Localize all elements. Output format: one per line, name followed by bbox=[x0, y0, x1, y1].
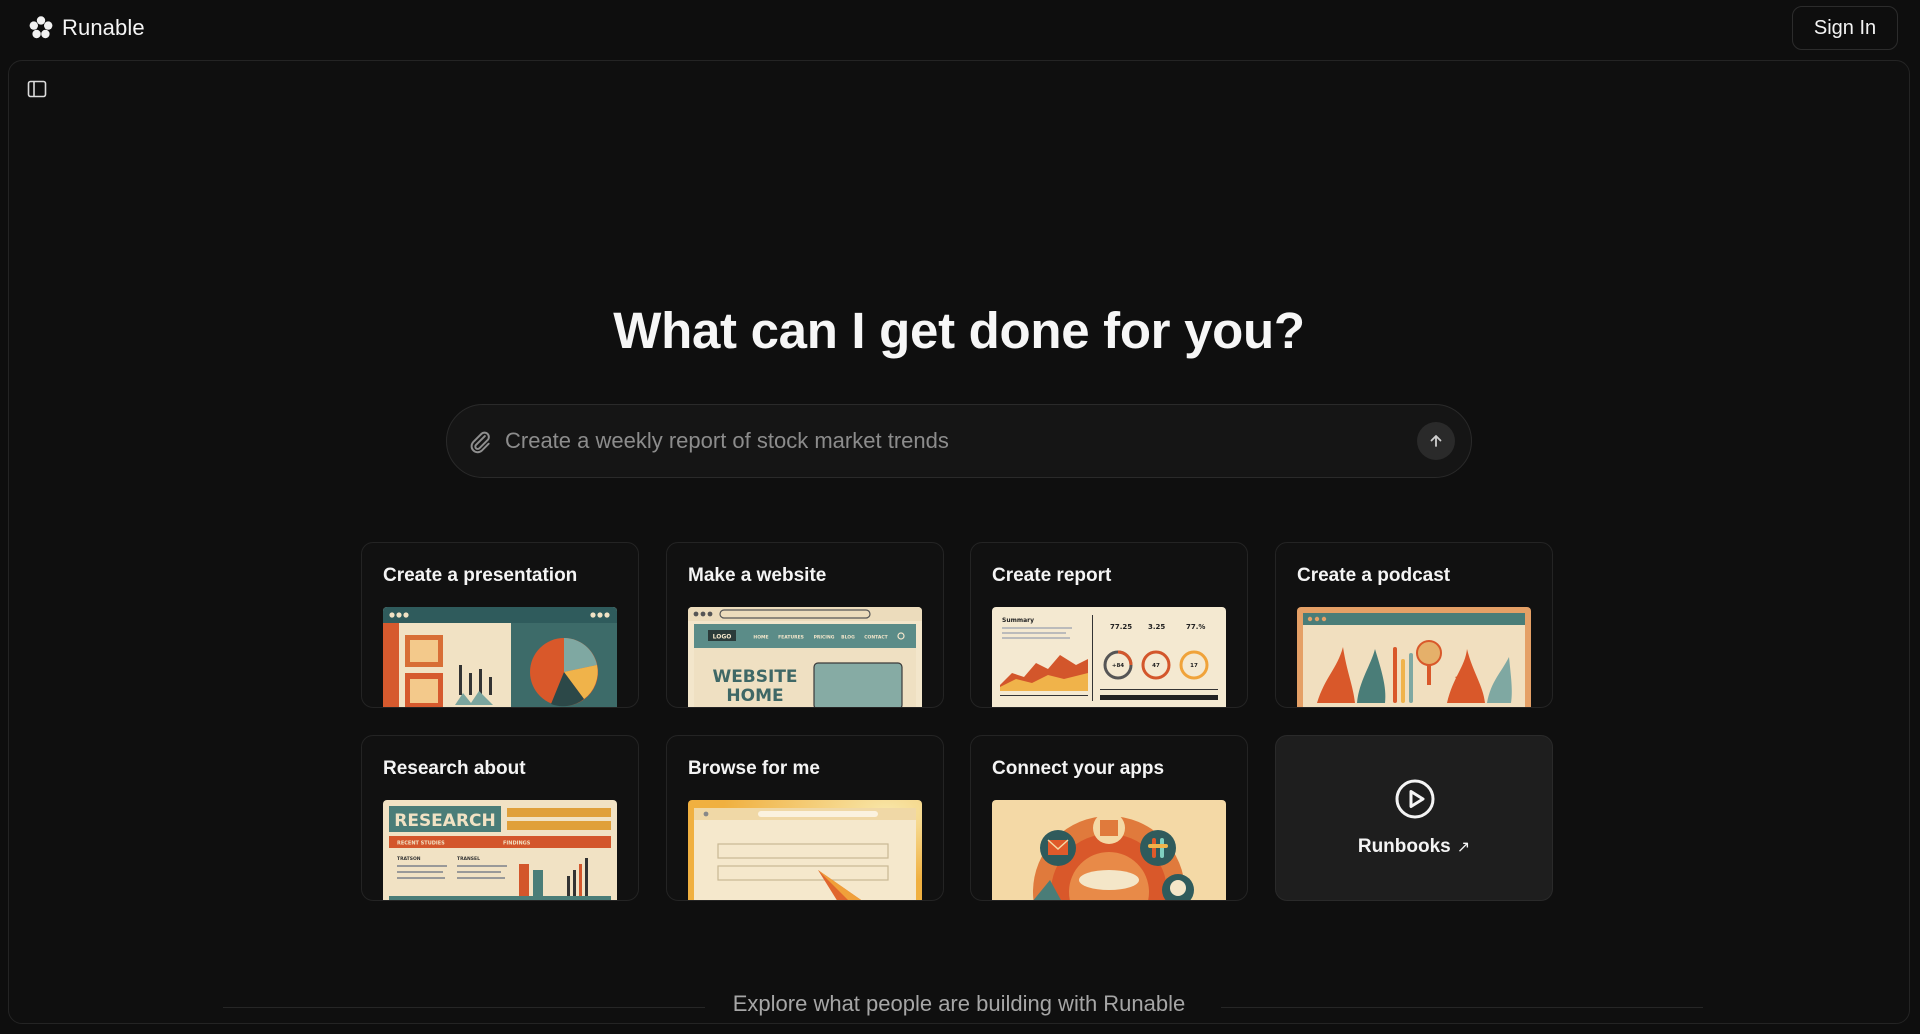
runbooks-card[interactable]: Runbooks ↗ bbox=[1275, 735, 1553, 901]
svg-text:+84: +84 bbox=[1112, 663, 1124, 669]
card-title: Browse for me bbox=[688, 758, 820, 779]
podcast-illustration bbox=[1297, 607, 1531, 707]
divider-right bbox=[1221, 1007, 1703, 1008]
sidebar-toggle-button[interactable] bbox=[25, 77, 49, 101]
main-panel: What can I get done for you? Create a pr… bbox=[8, 60, 1910, 1024]
research-illustration: RESEARCH RECENT STUDIES FINDINGS TRATSON… bbox=[383, 800, 617, 900]
svg-text:FINDINGS: FINDINGS bbox=[503, 841, 531, 847]
svg-text:3.25: 3.25 bbox=[1148, 623, 1165, 631]
card-title: Make a website bbox=[688, 565, 827, 586]
card-title: Create a podcast bbox=[1297, 565, 1451, 586]
website-illustration: LOGO HOME FEATURES PRICING BLOG CONTACT … bbox=[688, 607, 922, 707]
svg-text:BLOG: BLOG bbox=[841, 635, 855, 641]
card-research-about[interactable]: Research about RESEARCH RECENT STUDIES F… bbox=[361, 735, 639, 901]
runable-logo-icon bbox=[29, 16, 53, 39]
suggestion-cards: Create a presentation Make a website LOG… bbox=[361, 542, 1561, 902]
svg-text:HOME: HOME bbox=[753, 635, 768, 641]
card-create-presentation[interactable]: Create a presentation bbox=[361, 542, 639, 708]
svg-text:PRICING: PRICING bbox=[814, 635, 835, 641]
explore-section: Explore what people are building with Ru… bbox=[9, 991, 1909, 1021]
svg-text:RECENT STUDIES: RECENT STUDIES bbox=[397, 841, 445, 847]
svg-text:77.25: 77.25 bbox=[1110, 623, 1132, 631]
svg-text:FEATURES: FEATURES bbox=[778, 635, 804, 641]
presentation-illustration bbox=[383, 607, 617, 707]
apps-illustration bbox=[992, 800, 1226, 900]
card-title: Connect your apps bbox=[992, 758, 1165, 779]
svg-text:RESEARCH: RESEARCH bbox=[394, 811, 496, 831]
svg-text:TRATSON: TRATSON bbox=[397, 856, 421, 862]
svg-text:77.%: 77.% bbox=[1186, 623, 1205, 631]
paperclip-icon[interactable] bbox=[467, 429, 493, 455]
play-circle-icon bbox=[1395, 779, 1435, 819]
card-title: Research about bbox=[383, 758, 526, 779]
thumb-hero-line2: HOME bbox=[726, 686, 783, 706]
top-bar: Runable Sign In bbox=[0, 0, 1920, 58]
svg-text:TRANSEL: TRANSEL bbox=[457, 856, 480, 862]
arrow-up-icon bbox=[1430, 435, 1442, 447]
runbooks-label: Runbooks ↗ bbox=[1276, 836, 1552, 858]
card-browse-for-me[interactable]: Browse for me bbox=[666, 735, 944, 901]
page-headline: What can I get done for you? bbox=[613, 302, 1305, 359]
svg-text:Summary: Summary bbox=[1002, 617, 1034, 624]
sidebar-toggle-icon bbox=[27, 80, 47, 98]
report-illustration: Summary 77.25 3.25 77.% +84 47 17 bbox=[992, 607, 1226, 707]
svg-text:47: 47 bbox=[1152, 663, 1160, 669]
thumb-hero-line1: WEBSITE bbox=[712, 667, 797, 687]
card-create-podcast[interactable]: Create a podcast bbox=[1275, 542, 1553, 708]
brand[interactable]: Runable bbox=[28, 14, 145, 42]
svg-text:CONTACT: CONTACT bbox=[864, 635, 888, 641]
explore-heading: Explore what people are building with Ru… bbox=[732, 991, 1186, 1016]
card-title: Create a presentation bbox=[383, 565, 578, 586]
svg-text:17: 17 bbox=[1190, 663, 1198, 669]
thumb-logo-text: LOGO bbox=[713, 634, 732, 641]
browser-illustration bbox=[688, 800, 922, 900]
card-create-report[interactable]: Create report Summary 77.25 3.25 77.% +8… bbox=[970, 542, 1248, 708]
prompt-input[interactable] bbox=[505, 421, 1385, 461]
card-connect-apps[interactable]: Connect your apps bbox=[970, 735, 1248, 901]
prompt-box bbox=[446, 404, 1472, 478]
external-link-icon: ↗ bbox=[1456, 839, 1471, 856]
card-title: Create report bbox=[992, 565, 1112, 586]
runbooks-text: Runbooks bbox=[1357, 836, 1451, 857]
brand-name: Runable bbox=[62, 15, 145, 40]
card-make-website[interactable]: Make a website LOGO HOME FEATURES PRICIN… bbox=[666, 542, 944, 708]
sign-in-button[interactable]: Sign In bbox=[1792, 6, 1898, 50]
send-button[interactable] bbox=[1417, 422, 1455, 460]
